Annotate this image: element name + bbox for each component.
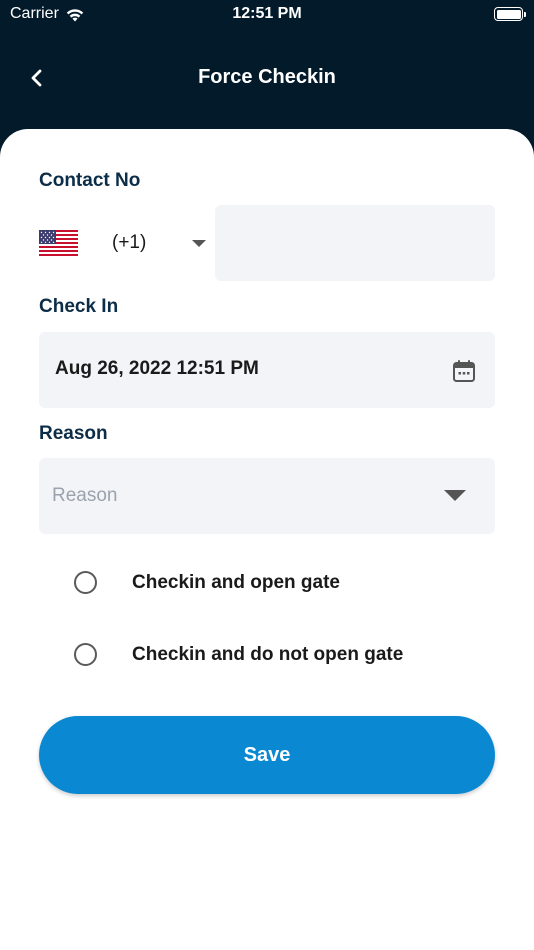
status-bar: Carrier 12:51 PM — [0, 0, 534, 30]
save-button[interactable]: Save — [39, 716, 495, 794]
radio-open-gate[interactable]: Checkin and open gate — [74, 571, 340, 594]
page-title: Force Checkin — [198, 66, 336, 88]
radio-label-open-gate: Checkin and open gate — [132, 571, 340, 593]
country-selector[interactable] — [39, 230, 78, 256]
radio-circle-icon[interactable] — [74, 643, 97, 666]
phone-number-input[interactable] — [215, 205, 495, 281]
country-dropdown-caret-icon[interactable] — [192, 240, 206, 247]
reason-placeholder: Reason — [52, 485, 118, 506]
check-in-label: Check In — [39, 296, 119, 317]
reason-dropdown[interactable]: Reason — [39, 458, 495, 534]
check-in-value: Aug 26, 2022 12:51 PM — [55, 358, 259, 379]
radio-circle-icon[interactable] — [74, 571, 97, 594]
caret-down-icon — [444, 490, 466, 501]
check-in-field[interactable]: Aug 26, 2022 12:51 PM — [39, 332, 495, 408]
country-code[interactable]: (+1) — [112, 232, 146, 254]
nav-bar: Force Checkin — [0, 58, 534, 98]
battery-icon — [494, 7, 526, 21]
radio-label-do-not-open-gate: Checkin and do not open gate — [132, 643, 404, 665]
contact-no-label: Contact No — [39, 170, 141, 191]
radio-do-not-open-gate[interactable]: Checkin and do not open gate — [74, 643, 403, 666]
us-flag-icon — [39, 230, 78, 256]
calendar-icon[interactable] — [451, 358, 477, 384]
status-time: 12:51 PM — [232, 5, 302, 22]
reason-label: Reason — [39, 423, 108, 444]
